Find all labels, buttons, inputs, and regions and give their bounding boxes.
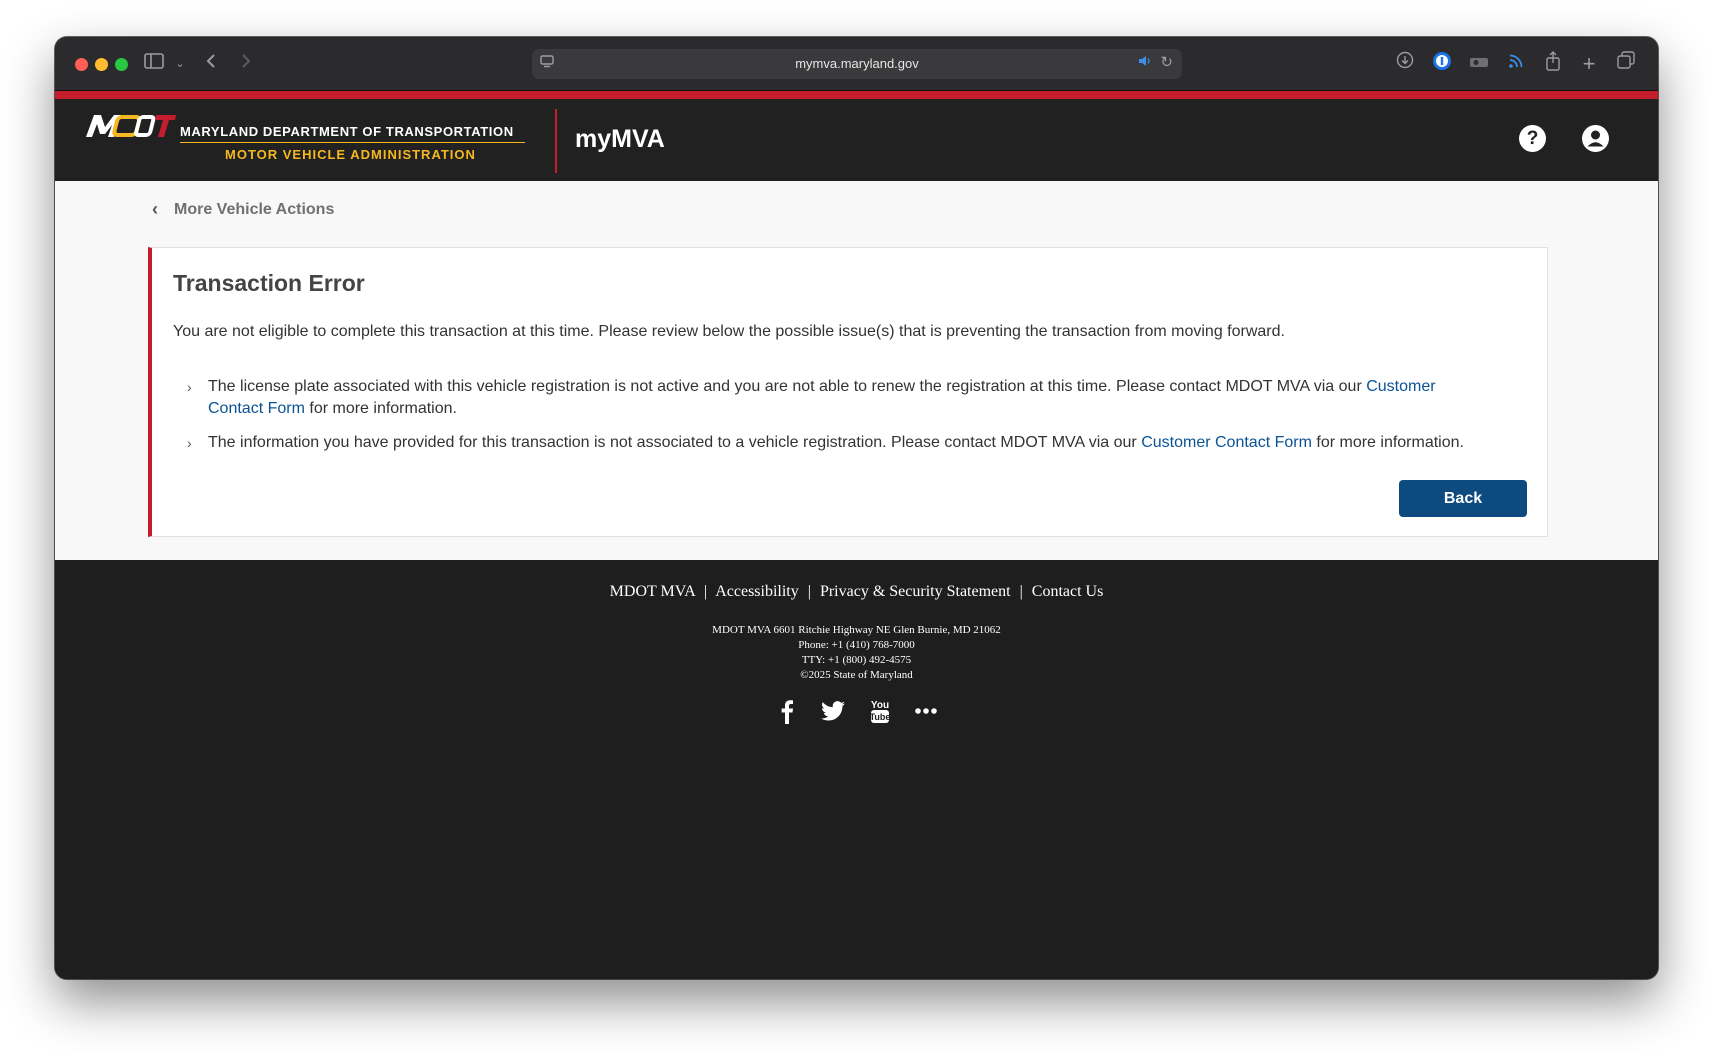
breadcrumb[interactable]: ‹ More Vehicle Actions xyxy=(152,199,334,220)
footer-contact-info: MDOT MVA 6601 Ritchie Highway NE Glen Bu… xyxy=(55,623,1658,683)
sidebar-toggle-icon[interactable] xyxy=(141,51,167,77)
svg-text:Tube: Tube xyxy=(869,712,890,722)
account-icon[interactable] xyxy=(1582,125,1609,152)
error-title: Transaction Error xyxy=(173,270,365,296)
forward-nav-icon[interactable] xyxy=(233,51,259,77)
youtube-icon[interactable]: You Tube xyxy=(867,698,893,724)
new-tab-icon[interactable]: + xyxy=(1576,51,1602,77)
footer-copyright: ©2025 State of Maryland xyxy=(800,669,913,681)
address-bar[interactable]: mymva.maryland.gov ↻ xyxy=(532,49,1182,79)
issue-item: › The information you have provided for … xyxy=(187,432,1477,454)
footer-link-accessibility[interactable]: Accessibility xyxy=(715,583,799,600)
main-content: ‹ More Vehicle Actions Transaction Error… xyxy=(55,181,1658,560)
footer-links: MDOT MVA | Accessibility | Privacy & Sec… xyxy=(609,583,1104,600)
breadcrumb-label[interactable]: More Vehicle Actions xyxy=(174,201,334,219)
reload-icon[interactable]: ↻ xyxy=(1160,53,1173,71)
twitter-icon[interactable] xyxy=(820,698,846,724)
password-manager-icon[interactable] xyxy=(1429,51,1455,77)
issue-text: The information you have provided for th… xyxy=(208,434,1464,451)
app-title[interactable]: myMVA xyxy=(575,125,665,154)
chevron-down-icon[interactable]: ⌄ xyxy=(167,51,193,77)
issue-item: › The license plate associated with this… xyxy=(187,376,1477,420)
social-links: You Tube xyxy=(55,698,1658,724)
footer-link-contact-us[interactable]: Contact Us xyxy=(1032,583,1104,600)
footer-link-privacy[interactable]: Privacy & Security Statement xyxy=(820,583,1011,600)
more-icon[interactable] xyxy=(913,698,939,724)
url-text: mymva.maryland.gov xyxy=(795,56,919,71)
minimize-window-button[interactable] xyxy=(95,58,108,71)
browser-window: ⌄ mymva.maryland.gov ↻ + MARYLAND DEPART… xyxy=(55,37,1658,979)
back-button[interactable]: Back xyxy=(1399,480,1527,517)
tab-overview-icon[interactable] xyxy=(1613,51,1639,77)
help-icon[interactable]: ? xyxy=(1519,125,1546,152)
close-window-button[interactable] xyxy=(75,58,88,71)
rss-icon[interactable] xyxy=(1503,51,1529,77)
downloads-icon[interactable] xyxy=(1392,51,1418,77)
customer-contact-form-link[interactable]: Customer Contact Form xyxy=(1141,434,1312,451)
site-header: MARYLAND DEPARTMENT OF TRANSPORTATION MO… xyxy=(55,99,1658,181)
footer-address: MDOT MVA 6601 Ritchie Highway NE Glen Bu… xyxy=(712,624,1001,636)
chevron-right-icon: › xyxy=(187,379,192,395)
chevron-left-icon[interactable]: ‹ xyxy=(152,199,158,220)
logo-department-text: MARYLAND DEPARTMENT OF TRANSPORTATION xyxy=(180,124,514,139)
back-nav-icon[interactable] xyxy=(198,51,224,77)
header-divider xyxy=(555,109,557,173)
header-accent-bar xyxy=(55,91,1658,99)
share-icon[interactable] xyxy=(1540,51,1566,77)
transaction-error-card: Transaction Error You are not eligible t… xyxy=(148,247,1548,537)
error-description: You are not eligible to complete this tr… xyxy=(173,323,1285,340)
mdot-logo[interactable] xyxy=(86,113,176,146)
zoom-window-button[interactable] xyxy=(115,58,128,71)
logo-divider xyxy=(180,142,525,143)
browser-toolbar: ⌄ mymva.maryland.gov ↻ + xyxy=(55,37,1658,91)
issue-text: The license plate associated with this v… xyxy=(208,378,1436,417)
logo-administration-text: MOTOR VEHICLE ADMINISTRATION xyxy=(225,147,476,162)
site-footer: MDOT MVA | Accessibility | Privacy & Sec… xyxy=(55,560,1658,979)
footer-tty: TTY: +1 (800) 492-4575 xyxy=(801,654,912,666)
site-page: MARYLAND DEPARTMENT OF TRANSPORTATION MO… xyxy=(55,91,1658,979)
facebook-icon[interactable] xyxy=(774,698,800,724)
extension-icon[interactable] xyxy=(1466,51,1492,77)
footer-phone: Phone: +1 (410) 768-7000 xyxy=(798,639,915,651)
footer-link-mdot-mva[interactable]: MDOT MVA xyxy=(610,583,695,600)
svg-text:You: You xyxy=(871,700,889,711)
chevron-right-icon: › xyxy=(187,435,192,451)
audio-playing-icon[interactable] xyxy=(1138,54,1152,71)
